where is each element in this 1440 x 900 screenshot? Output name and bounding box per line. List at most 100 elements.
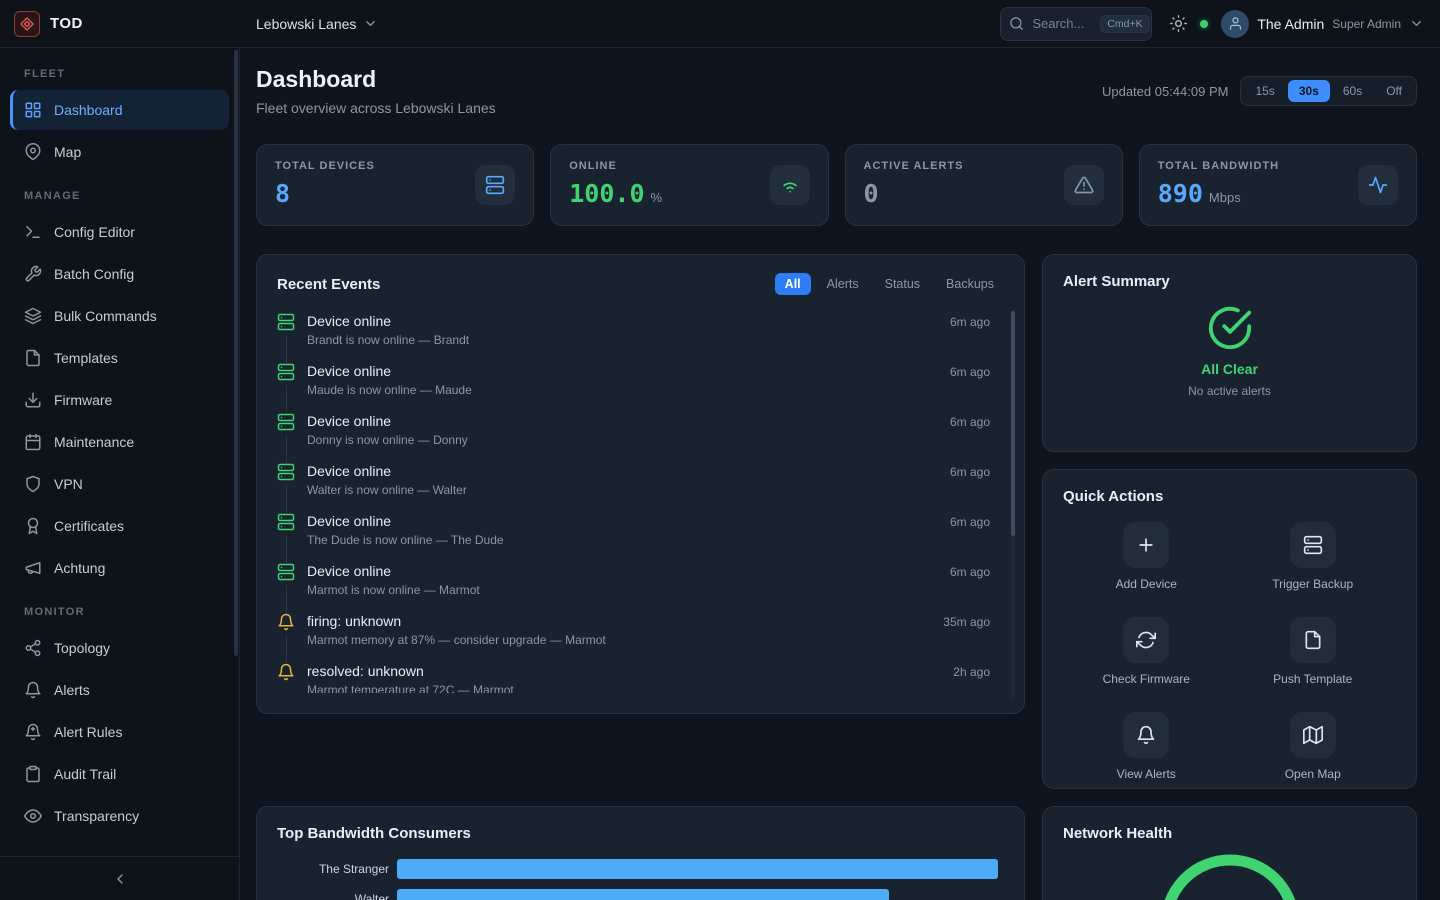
event-body: Device onlineMaude is now online — Maude: [307, 363, 950, 397]
server-icon: [485, 175, 505, 195]
event-time: 2h ago: [953, 663, 990, 693]
bell-plus-icon: [24, 723, 42, 741]
sidebar-item-label: Alerts: [54, 682, 90, 698]
quick-action-view-alerts[interactable]: View Alerts: [1063, 712, 1230, 781]
sidebar-item-topology[interactable]: Topology: [10, 628, 229, 668]
sidebar-item-achtung[interactable]: Achtung: [10, 548, 229, 588]
quick-action-push-template[interactable]: Push Template: [1230, 617, 1397, 686]
search-shortcut-badge: Cmd+K: [1100, 15, 1149, 33]
stat-value: 890: [1158, 179, 1203, 208]
page-title: Dashboard: [256, 66, 496, 93]
stat-unit: %: [651, 190, 663, 205]
award-icon-wrap: [24, 517, 42, 535]
events-filter-alerts[interactable]: Alerts: [817, 273, 869, 295]
refresh-option-30s[interactable]: 30s: [1288, 80, 1330, 102]
sidebar-item-vpn[interactable]: VPN: [10, 464, 229, 504]
share-2-icon: [24, 639, 42, 657]
stat-value: 0: [864, 179, 879, 208]
sidebar-item-alerts[interactable]: Alerts: [10, 670, 229, 710]
events-list[interactable]: Device onlineBrandt is now online — Bran…: [277, 305, 1004, 693]
quick-action-trigger-backup[interactable]: Trigger Backup: [1230, 522, 1397, 591]
plus-icon: [1136, 535, 1156, 555]
bandwidth-bar-track: [397, 889, 1004, 900]
server-icon-wrap: [277, 463, 297, 485]
event-title: Device online: [307, 563, 950, 579]
events-filter-backups[interactable]: Backups: [936, 273, 1004, 295]
sidebar-item-firmware[interactable]: Firmware: [10, 380, 229, 420]
events-scrollbar-thumb[interactable]: [1011, 311, 1015, 536]
event-detail: Marmot memory at 87% — consider upgrade …: [307, 633, 943, 647]
server-icon: [277, 363, 295, 381]
theme-toggle-sun-icon[interactable]: [1170, 15, 1187, 32]
stat-unit: Mbps: [1209, 190, 1241, 205]
stat-icon-box: [1358, 165, 1398, 205]
quick-action-label: Trigger Backup: [1272, 577, 1353, 591]
event-time: 6m ago: [950, 413, 990, 447]
app-root: TOD Lebowski Lanes Cmd+K The Admin Supe: [0, 0, 1440, 900]
event-title: Device online: [307, 413, 950, 429]
eye-icon-wrap: [24, 807, 42, 825]
alert-summary-title: Alert Summary: [1063, 273, 1170, 290]
sidebar-item-audit-trail[interactable]: Audit Trail: [10, 754, 229, 794]
top-bar: TOD Lebowski Lanes Cmd+K The Admin Supe: [0, 0, 1440, 48]
quick-action-check-firmware[interactable]: Check Firmware: [1063, 617, 1230, 686]
sidebar-item-alert-rules[interactable]: Alert Rules: [10, 712, 229, 752]
sidebar: FLEETDashboardMapMANAGEConfig EditorBatc…: [0, 48, 240, 900]
bell-icon: [277, 663, 295, 681]
sidebar-item-label: Dashboard: [54, 102, 123, 118]
sidebar-item-config-editor[interactable]: Config Editor: [10, 212, 229, 252]
terminal-icon-wrap: [24, 223, 42, 241]
sidebar-item-label: Alert Rules: [54, 724, 122, 740]
event-title: resolved: unknown: [307, 663, 953, 679]
server-icon-wrap: [277, 363, 297, 385]
bell-icon: [1136, 725, 1156, 745]
sidebar-item-certificates[interactable]: Certificates: [10, 506, 229, 546]
wifi-icon: [780, 175, 800, 195]
sidebar-item-bulk-commands[interactable]: Bulk Commands: [10, 296, 229, 336]
events-filter-status[interactable]: Status: [875, 273, 930, 295]
sidebar-item-templates[interactable]: Templates: [10, 338, 229, 378]
activity-icon: [1368, 175, 1388, 195]
event-row: resolved: unknown Marmot temperature at 7…: [277, 655, 1004, 693]
page-subtitle: Fleet overview across Lebowski Lanes: [256, 100, 496, 116]
search-box[interactable]: Cmd+K: [1000, 7, 1152, 41]
sidebar-scrollbar[interactable]: [234, 50, 238, 656]
refresh-option-off[interactable]: Off: [1375, 80, 1413, 102]
sidebar-item-transparency[interactable]: Transparency: [10, 796, 229, 836]
updated-timestamp: Updated 05:44:09 PM: [1102, 84, 1228, 99]
server-icon: [277, 413, 295, 431]
refresh-option-15s[interactable]: 15s: [1244, 80, 1285, 102]
sidebar-item-map[interactable]: Map: [10, 132, 229, 172]
event-body: Device onlineMarmot is now online — Marm…: [307, 563, 950, 597]
user-icon: [1228, 16, 1243, 31]
sidebar-item-dashboard[interactable]: Dashboard: [10, 90, 229, 130]
sidebar-item-maintenance[interactable]: Maintenance: [10, 422, 229, 462]
stat-icon-box: [475, 165, 515, 205]
quick-action-open-map[interactable]: Open Map: [1230, 712, 1397, 781]
bell-icon: [277, 613, 295, 631]
search-input[interactable]: [1030, 15, 1094, 32]
layout-grid-icon-wrap: [24, 101, 42, 119]
quick-action-add-device[interactable]: Add Device: [1063, 522, 1230, 591]
bandwidth-device-label: The Stranger: [277, 862, 389, 876]
events-filter-all[interactable]: All: [775, 273, 811, 295]
event-detail: Marmot temperature at 72C — Marmot: [307, 683, 953, 693]
stat-icon-box: [770, 165, 810, 205]
bandwidth-rows: The StrangerWalter: [277, 859, 1004, 900]
sidebar-item-batch-config[interactable]: Batch Config: [10, 254, 229, 294]
refresh-option-60s[interactable]: 60s: [1332, 80, 1373, 102]
event-time: 6m ago: [950, 313, 990, 347]
map-pin-icon-wrap: [24, 143, 42, 161]
layout-grid-icon: [24, 101, 42, 119]
server-icon-wrap: [277, 563, 297, 585]
award-icon: [24, 517, 42, 535]
server-icon: [277, 463, 295, 481]
events-title: Recent Events: [277, 276, 380, 293]
sidebar-collapse-button[interactable]: [0, 856, 239, 900]
bandwidth-card: Top Bandwidth Consumers The StrangerWalt…: [256, 806, 1025, 900]
org-selector[interactable]: Lebowski Lanes: [256, 16, 378, 32]
sidebar-item-label: Maintenance: [54, 434, 134, 450]
user-menu[interactable]: The Admin Super Admin: [1221, 10, 1424, 38]
user-name: The Admin: [1257, 16, 1324, 32]
quick-action-label: View Alerts: [1117, 767, 1176, 781]
